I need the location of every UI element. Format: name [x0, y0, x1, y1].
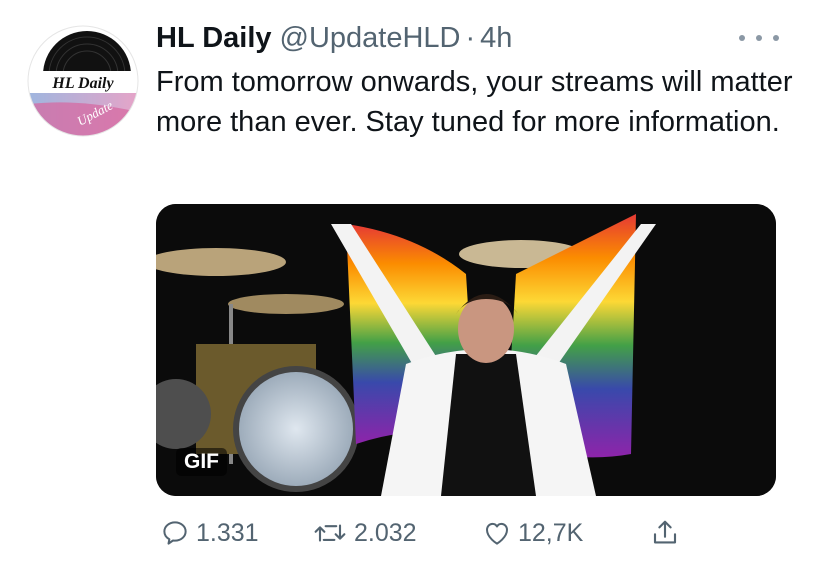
more-horizontal-icon[interactable]	[739, 26, 779, 50]
reply-icon	[163, 521, 187, 545]
like-button[interactable]: 12,7K	[482, 513, 583, 553]
reply-button[interactable]: 1.331	[160, 513, 259, 553]
heart-icon	[486, 522, 508, 545]
retweet-count: 2.032	[354, 518, 417, 547]
avatar[interactable]: HL Daily Update	[27, 25, 139, 137]
retweet-button[interactable]: 2.032	[312, 513, 417, 553]
tweet-media[interactable]: GIF	[156, 204, 776, 496]
tweet-text: From tomorrow onwards, your streams will…	[156, 66, 793, 138]
avatar-title: HL Daily	[51, 75, 114, 92]
author-handle[interactable]: @UpdateHLD	[280, 22, 461, 55]
like-count: 12,7K	[518, 518, 584, 547]
author-name[interactable]: HL Daily	[156, 22, 272, 55]
gif-badge: GIF	[176, 448, 227, 476]
timestamp[interactable]: 4h	[480, 22, 512, 55]
reply-count: 1.331	[196, 518, 259, 547]
retweet-icon	[314, 524, 346, 542]
separator: ·	[465, 21, 476, 54]
share-icon	[653, 520, 677, 544]
gif-image	[156, 204, 776, 496]
avatar-logo: HL Daily Update	[27, 25, 139, 137]
share-button[interactable]	[650, 513, 686, 553]
tweet-actions: 1.331 2.032 12,7K	[160, 513, 720, 553]
tweet-header: HL Daily @UpdateHLD · 4h	[156, 18, 777, 58]
